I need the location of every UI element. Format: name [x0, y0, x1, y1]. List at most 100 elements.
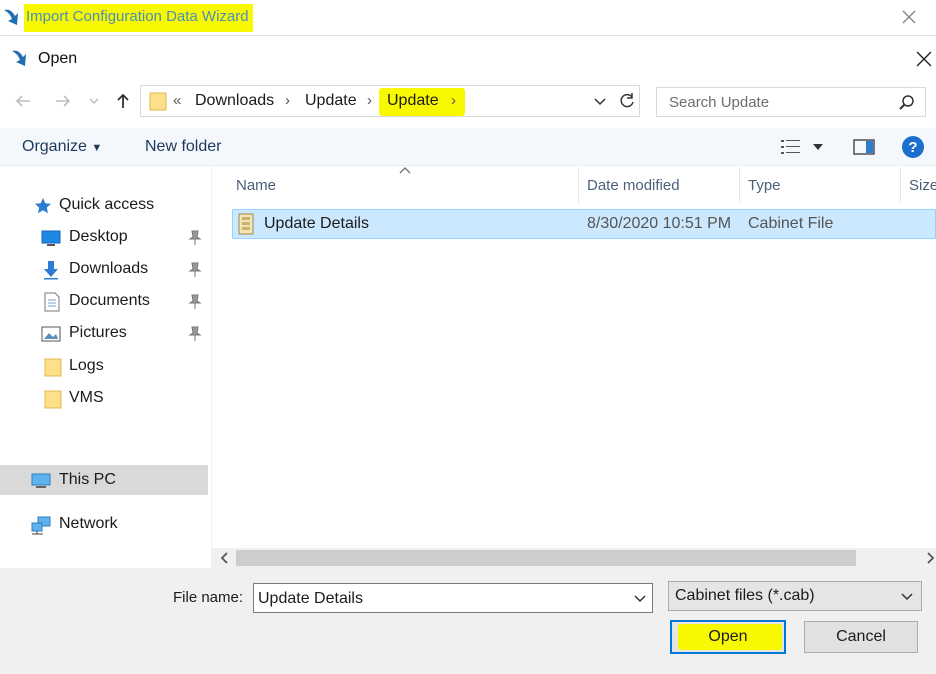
table-row[interactable]: Update Details 8/30/2020 10:51 PM Cabine…: [232, 209, 936, 239]
chevron-down-icon: [901, 593, 913, 601]
sidebar-item-label: This PC: [59, 471, 116, 488]
pin-icon[interactable]: [188, 230, 202, 246]
column-header-date-modified[interactable]: Date modified: [587, 177, 680, 194]
pictures-icon: [41, 326, 61, 342]
breadcrumb-separator: ›: [451, 92, 456, 109]
refresh-icon[interactable]: [617, 91, 637, 111]
horizontal-scrollbar[interactable]: [212, 548, 936, 568]
app-arrow-icon: [4, 9, 18, 25]
sidebar-item-desktop[interactable]: Desktop: [0, 222, 208, 252]
file-name-field[interactable]: Update Details: [253, 583, 653, 613]
dialog-arrow-icon: [12, 50, 26, 66]
pin-icon[interactable]: [188, 326, 202, 342]
breadcrumb-separator: ›: [285, 92, 290, 109]
up-arrow-icon: [117, 93, 129, 108]
cabinet-file-icon: [238, 213, 254, 235]
back-button[interactable]: [12, 90, 34, 112]
sidebar-item-vms[interactable]: VMS: [0, 383, 208, 413]
svg-text:?: ?: [908, 139, 917, 156]
recent-locations-button[interactable]: [86, 90, 102, 112]
folder-icon: [44, 358, 62, 377]
download-arrow-icon: [44, 261, 58, 280]
sidebar-item-logs[interactable]: Logs: [0, 351, 208, 381]
scroll-right-icon[interactable]: [924, 550, 936, 566]
column-header-name[interactable]: Name: [236, 177, 276, 194]
file-name-value: Update Details: [258, 590, 363, 607]
sidebar-item-quick-access[interactable]: Quick access: [0, 190, 208, 220]
breadcrumb-overflow[interactable]: «: [173, 92, 181, 109]
pin-icon[interactable]: [188, 294, 202, 310]
sidebar-item-label: Pictures: [69, 324, 127, 341]
chevron-down-icon[interactable]: [812, 142, 824, 152]
column-header-type[interactable]: Type: [748, 177, 781, 194]
forward-arrow-icon: [56, 95, 71, 107]
file-date-modified: 8/30/2020 10:51 PM: [587, 215, 732, 232]
column-divider[interactable]: [739, 167, 740, 203]
search-input[interactable]: Search Update: [656, 87, 926, 117]
open-button[interactable]: Open: [670, 620, 786, 654]
breadcrumb-update[interactable]: Update: [305, 92, 357, 110]
network-icon: [31, 516, 51, 535]
sidebar-item-label: Downloads: [69, 260, 149, 277]
chevron-down-icon[interactable]: [591, 92, 609, 110]
forward-button[interactable]: [52, 90, 74, 112]
scroll-left-icon[interactable]: [218, 550, 232, 566]
pin-icon[interactable]: [188, 262, 202, 278]
desktop-icon: [41, 230, 61, 246]
sidebar-item-documents[interactable]: Documents: [0, 286, 208, 316]
sidebar-item-downloads[interactable]: Downloads: [0, 254, 208, 284]
sidebar-item-label: Network: [59, 515, 118, 532]
file-type-select[interactable]: Cabinet files (*.cab): [668, 581, 922, 611]
address-bar[interactable]: « Downloads › Update › Update ›: [140, 85, 640, 117]
breadcrumb-separator: ›: [367, 92, 372, 109]
chevron-down-icon: ▼: [91, 142, 103, 154]
wizard-close-icon[interactable]: [898, 6, 920, 28]
sidebar-item-label: Documents: [69, 292, 150, 309]
column-divider[interactable]: [900, 167, 901, 203]
open-dialog: Open « Downloads › Update › Update › Sea…: [0, 40, 936, 674]
file-type-value: Cabinet files (*.cab): [675, 587, 815, 604]
wizard-titlebar: Import Configuration Data Wizard: [0, 0, 936, 36]
dialog-footer: File name: Update Details Cabinet files …: [0, 568, 936, 674]
star-icon: [35, 198, 51, 214]
organize-button[interactable]: Organize ▼: [22, 138, 102, 156]
column-header-size[interactable]: Size: [909, 177, 936, 194]
search-placeholder: Search Update: [669, 94, 770, 111]
sidebar-item-label: Quick access: [59, 196, 155, 213]
up-button[interactable]: [112, 90, 134, 112]
help-icon[interactable]: ?: [901, 135, 925, 159]
chevron-down-icon[interactable]: [632, 590, 648, 606]
file-type: Cabinet File: [748, 215, 834, 232]
file-name: Update Details: [264, 215, 369, 232]
sidebar-item-network[interactable]: Network: [0, 509, 208, 539]
file-list: Name Date modified Type Size Update Deta…: [212, 167, 936, 570]
cancel-button[interactable]: Cancel: [804, 621, 918, 653]
file-name-label: File name:: [173, 589, 244, 606]
scrollbar-thumb[interactable]: [236, 550, 856, 566]
command-toolbar: Organize ▼ New folder ?: [0, 128, 936, 166]
wizard-title: Import Configuration Data Wizard: [24, 4, 253, 32]
new-folder-button[interactable]: New folder: [145, 138, 221, 156]
document-icon: [44, 292, 60, 312]
folder-icon: [149, 92, 167, 111]
sidebar-item-label: Logs: [69, 357, 104, 374]
folder-icon: [44, 390, 62, 409]
navigation-pane: Quick access Desktop Downloads Documents…: [0, 167, 212, 570]
sidebar-item-label: VMS: [69, 389, 104, 406]
view-options-icon[interactable]: [780, 138, 802, 156]
column-divider[interactable]: [578, 167, 579, 203]
breadcrumb-update-current[interactable]: Update: [387, 92, 439, 110]
cancel-button-label: Cancel: [836, 628, 886, 645]
preview-pane-icon[interactable]: [853, 138, 875, 156]
back-arrow-icon: [15, 95, 30, 107]
open-button-label: Open: [708, 628, 748, 645]
sidebar-item-this-pc-row[interactable]: This PC: [0, 465, 208, 495]
sort-ascending-icon: [399, 167, 411, 174]
breadcrumb-downloads[interactable]: Downloads: [195, 92, 274, 110]
sidebar-item-label: Desktop: [69, 228, 128, 245]
chevron-down-icon: [89, 98, 99, 104]
dialog-title: Open: [38, 50, 78, 67]
search-icon: [899, 95, 914, 110]
dialog-close-icon[interactable]: [914, 49, 934, 69]
sidebar-item-pictures[interactable]: Pictures: [0, 318, 208, 348]
